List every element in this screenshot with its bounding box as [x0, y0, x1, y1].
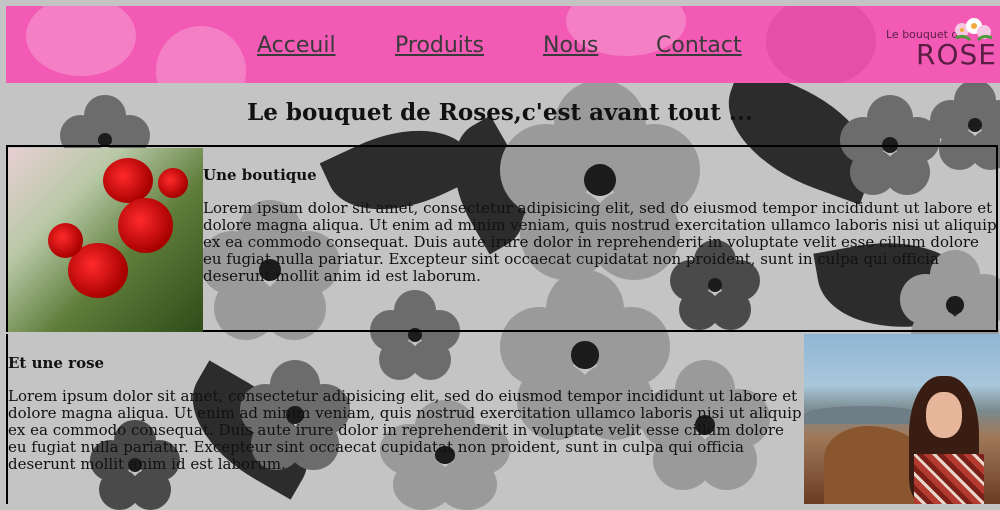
section-rose-text: Et une rose Lorem ipsum dolor sit amet, … — [8, 355, 804, 473]
site-logo[interactable]: Le bouquet de ROSE — [886, 16, 996, 76]
section-body: Lorem ipsum dolor sit amet, consectetur … — [8, 387, 802, 473]
nav-link-produits[interactable]: Produits — [395, 33, 484, 58]
nav-link-contact[interactable]: Contact — [656, 33, 742, 58]
header-flower-decoration — [766, 6, 876, 83]
page-title: Le bouquet de Roses,c'est avant tout ... — [247, 99, 753, 126]
nav-link-nous[interactable]: Nous — [543, 33, 598, 58]
rose-shape — [103, 158, 153, 203]
header-flower-decoration — [156, 26, 246, 83]
shirt-shape — [914, 454, 984, 504]
face-shape — [926, 392, 962, 438]
hill-shape — [804, 406, 924, 424]
section-boutique-text: Une boutique Lorem ipsum dolor sit amet,… — [203, 167, 998, 285]
rose-shape — [48, 223, 83, 258]
header-flower-decoration — [26, 6, 136, 76]
nav-link-acceuil[interactable]: Acceuil — [257, 33, 336, 58]
roses-photo — [8, 148, 203, 332]
bouquet-icon — [955, 18, 993, 42]
section-heading: Et une rose — [8, 354, 105, 372]
section-boutique: Une boutique Lorem ipsum dolor sit amet,… — [6, 145, 998, 332]
section-body: Lorem ipsum dolor sit amet, consectetur … — [203, 199, 997, 285]
rose-shape — [158, 168, 188, 198]
site-header: Acceuil Produits Nous Contact Le bouquet… — [6, 6, 1000, 83]
section-rose: Et une rose Lorem ipsum dolor sit amet, … — [6, 334, 1000, 504]
rose-shape — [118, 198, 173, 253]
woman-photo — [804, 334, 1000, 504]
section-heading: Une boutique — [203, 166, 317, 184]
